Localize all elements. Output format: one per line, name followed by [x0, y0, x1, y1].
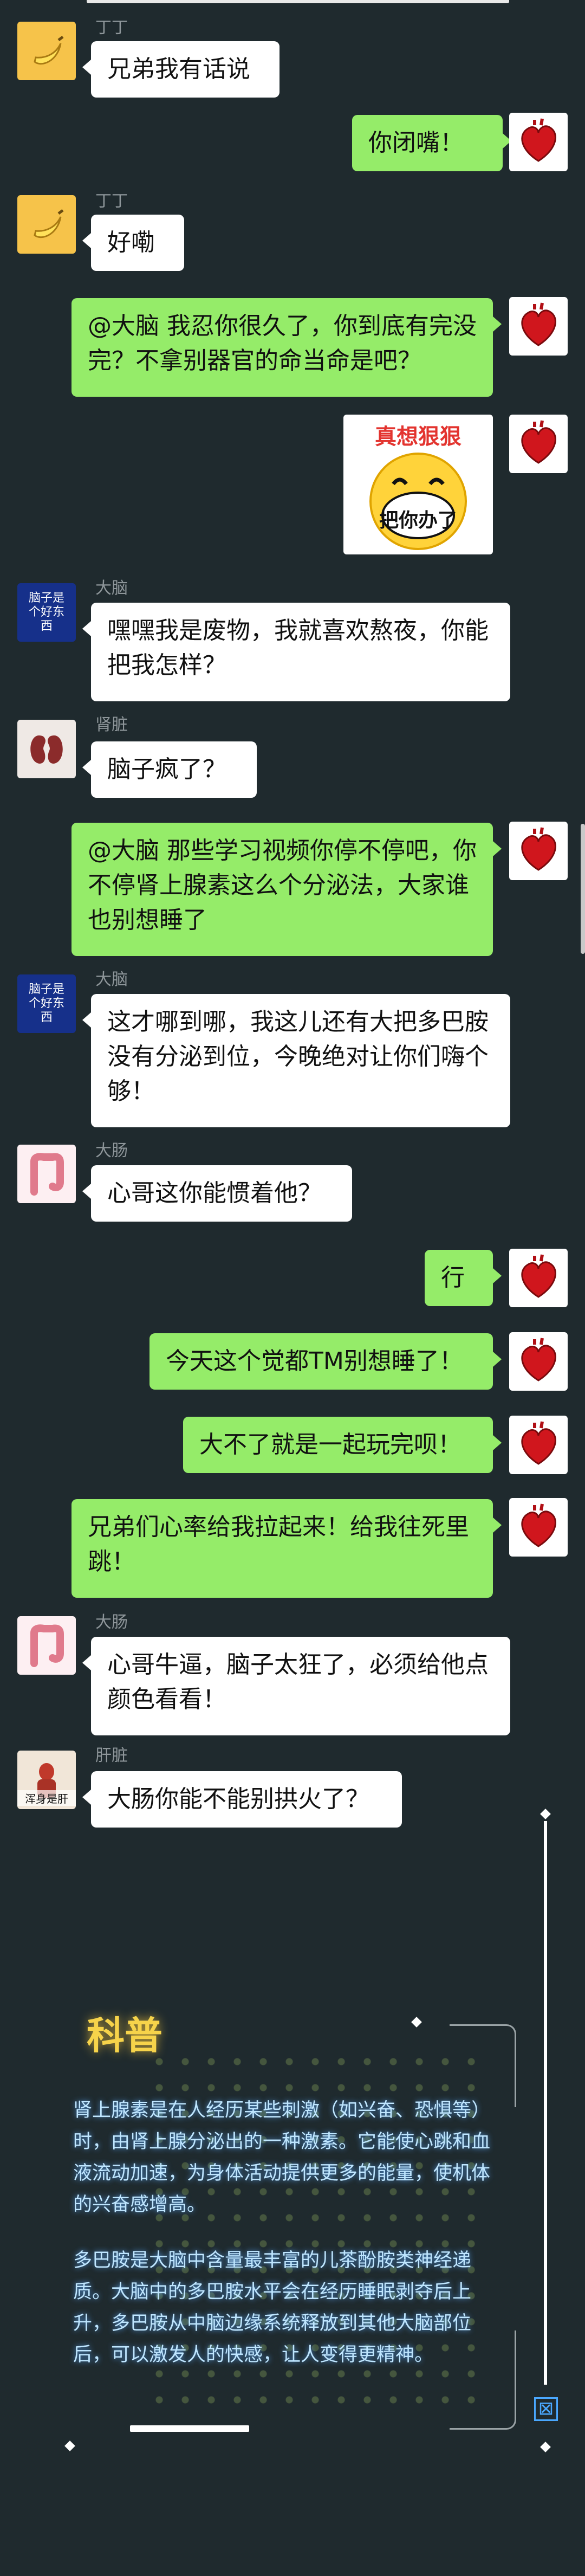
brain-avatar-label: 脑子是个好东西	[28, 591, 64, 633]
message-bubble[interactable]: 心哥牛逼，脑子太狂了，必须给他点颜色看看！	[82, 1637, 510, 1735]
message-bubble[interactable]: 嘿嘿我是废物，我就喜欢熬夜，你能把我怎样？	[82, 603, 510, 701]
science-paragraph-dopamine: 多巴胺是大脑中含量最丰富的儿茶酚胺类神经递质。大脑中的多巴胺水平会在经历睡眠剥夺…	[73, 2250, 472, 2366]
heart-avatar[interactable]	[509, 1416, 568, 1474]
heart-organ-icon	[521, 118, 556, 162]
banana-avatar[interactable]	[17, 22, 76, 80]
decor-diamond	[64, 2441, 75, 2451]
brain-avatar-label: 脑子是个好东西	[28, 983, 64, 1024]
science-title: 科普	[87, 2013, 162, 2058]
liver-avatar-label: 浑身是肝	[17, 1790, 76, 1806]
heart-avatar[interactable]	[509, 1249, 568, 1307]
rail-bottom-marker	[540, 2442, 551, 2452]
message-bubble[interactable]: @大脑 我忍你很久了，你到底有完没完？不拿别器官的命当命是吧？	[72, 298, 502, 397]
message-bubble[interactable]: 你闭嘴！	[352, 115, 511, 171]
brain-avatar[interactable]: 脑子是个好东西	[17, 583, 76, 642]
heart-avatar[interactable]	[509, 113, 568, 171]
banana-icon	[34, 36, 64, 65]
scroll-rail[interactable]	[544, 1821, 547, 2385]
message-bubble[interactable]: 兄弟我有话说	[82, 41, 280, 98]
sticker-image[interactable]: 真想狠狠 把你办了	[343, 415, 493, 554]
liver-avatar[interactable]: 浑身是肝	[17, 1751, 76, 1809]
scroll-indicator[interactable]	[581, 824, 585, 954]
brain-avatar[interactable]: 脑子是个好东西	[17, 974, 76, 1033]
heart-avatar[interactable]	[509, 1498, 568, 1557]
sender-name: 肝脏	[95, 1746, 128, 1765]
rail-top-marker	[540, 1809, 551, 1819]
heart-avatar[interactable]	[509, 297, 568, 356]
sticker-subcaption: 把你办了	[379, 509, 457, 532]
heart-avatar[interactable]	[509, 1332, 568, 1391]
message-bubble[interactable]: 大不了就是一起玩完呗！	[183, 1417, 502, 1473]
heart-organ-icon	[521, 420, 556, 464]
sender-name: 大肠	[95, 1613, 128, 1632]
heart-avatar[interactable]	[509, 822, 568, 880]
message-bubble[interactable]: 今天这个觉都TM别想睡了！	[150, 1333, 502, 1390]
heart-organ-icon	[521, 827, 556, 871]
message-bubble[interactable]: 心哥这你能惯着他？	[82, 1165, 352, 1222]
message-bubble[interactable]: 好嘞	[82, 215, 184, 271]
message-bubble[interactable]: @大脑 那些学习视频你停不停吧，你不停肾上腺素这么个分泌法，大家谁也别想睡了	[72, 823, 502, 956]
banana-icon	[34, 209, 64, 238]
intestine-icon	[30, 1624, 64, 1667]
sender-name: 大肠	[95, 1141, 128, 1160]
sender-name: 丁丁	[95, 192, 128, 211]
heart-organ-icon	[521, 1503, 556, 1547]
heart-organ-icon	[521, 1254, 556, 1298]
message-bubble[interactable]: 脑子疯了？	[82, 741, 257, 798]
heart-organ-icon	[521, 1421, 556, 1465]
chat-thread: 丁丁 兄弟我有话说 你闭嘴！ 丁丁 好嘞 @大脑 我忍你很久了，你到底有完没完？…	[0, 0, 585, 1828]
message-bubble[interactable]: 兄弟们心率给我拉起来！给我往死里跳！	[72, 1499, 502, 1598]
grinning-face-icon	[369, 453, 467, 550]
sender-name: 肾脏	[95, 715, 128, 734]
science-paragraph-adrenaline: 肾上腺素是在人经历某些刺激（如兴奋、恐惧等）时，由肾上腺分泌出的一种激素。它能使…	[73, 2100, 491, 2216]
panel-progress-bar	[130, 2425, 249, 2432]
kidney-icon	[30, 735, 63, 764]
heart-organ-icon	[521, 302, 556, 346]
close-box-icon[interactable]: ⊠	[534, 2397, 558, 2421]
sender-name: 大脑	[95, 970, 128, 989]
intestine-icon	[30, 1153, 64, 1196]
sender-name: 丁丁	[95, 18, 128, 37]
heart-avatar[interactable]	[509, 415, 568, 473]
kidney-avatar[interactable]	[17, 720, 76, 778]
banana-avatar[interactable]	[17, 195, 76, 254]
message-bubble[interactable]: 大肠你能不能别拱火了？	[82, 1771, 402, 1828]
heart-organ-icon	[521, 1338, 556, 1381]
message-bubble[interactable]: 这才哪到哪，我这儿还有大把多巴胺没有分泌到位，今晚绝对让你们嗨个够！	[82, 994, 510, 1127]
decor-diamond	[411, 2017, 422, 2028]
intestine-avatar[interactable]	[17, 1616, 76, 1675]
intestine-avatar[interactable]	[17, 1145, 76, 1203]
sender-name: 大脑	[95, 579, 128, 598]
message-bubble[interactable]: 行	[425, 1250, 502, 1306]
